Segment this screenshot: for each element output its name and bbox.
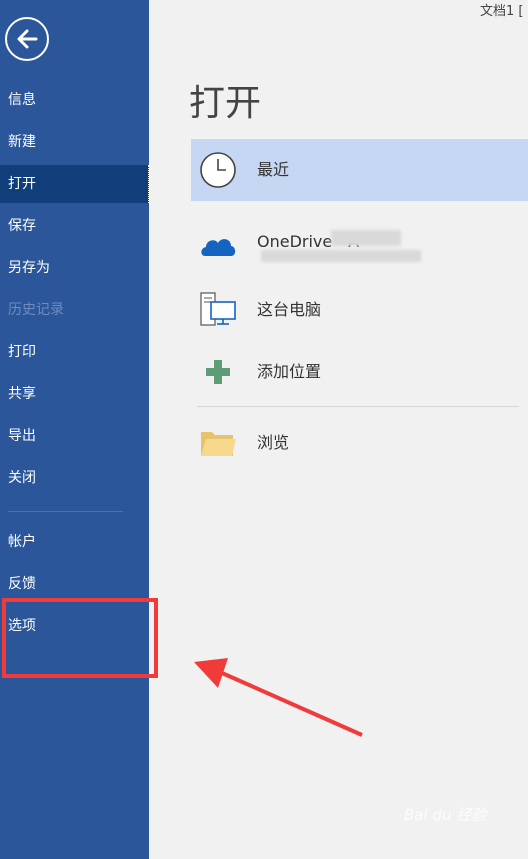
sidebar-item-export[interactable]: 导出 bbox=[0, 417, 149, 455]
redacted-email bbox=[261, 250, 421, 262]
highlight-box bbox=[2, 598, 158, 678]
location-add-place[interactable]: 添加位置 bbox=[191, 341, 528, 403]
sidebar-item-info[interactable]: 信息 bbox=[0, 81, 149, 119]
sidebar-item-open[interactable]: 打开 bbox=[0, 165, 149, 203]
sidebar-item-new[interactable]: 新建 bbox=[0, 123, 149, 161]
locations-divider bbox=[197, 406, 519, 407]
location-browse[interactable]: 浏览 bbox=[191, 412, 528, 474]
window-title: 文档1 [ bbox=[480, 4, 524, 19]
computer-icon bbox=[200, 292, 236, 326]
sidebar-item-share[interactable]: 共享 bbox=[0, 375, 149, 413]
onedrive-cloud-icon bbox=[201, 239, 236, 256]
arrow-left-icon bbox=[17, 29, 38, 49]
clock-icon bbox=[200, 152, 236, 188]
location-this-pc[interactable]: 这台电脑 bbox=[191, 279, 528, 341]
plus-icon bbox=[206, 360, 230, 384]
sidebar-item-close[interactable]: 关闭 bbox=[0, 459, 149, 497]
location-label: 添加位置 bbox=[257, 362, 322, 381]
sidebar-item-account[interactable]: 帐户 bbox=[0, 523, 149, 561]
back-button[interactable] bbox=[5, 17, 49, 61]
sidebar-item-save[interactable]: 保存 bbox=[0, 207, 149, 245]
location-label: 这台电脑 bbox=[257, 300, 322, 319]
sidebar-divider bbox=[8, 511, 123, 512]
location-label: 浏览 bbox=[257, 433, 290, 452]
location-recent[interactable]: 最近 bbox=[191, 139, 528, 201]
baidu-watermark: Bai du 经验 bbox=[404, 806, 487, 824]
folder-icon bbox=[201, 432, 236, 456]
page-title: 打开 bbox=[189, 83, 262, 124]
sidebar-item-print[interactable]: 打印 bbox=[0, 333, 149, 371]
location-onedrive[interactable]: OneDrive - A bbox=[191, 214, 528, 276]
sidebar-item-save-as[interactable]: 另存为 bbox=[0, 249, 149, 287]
redacted-account bbox=[331, 230, 401, 246]
sidebar-item-history: 历史记录 bbox=[8, 302, 64, 318]
backstage-sidebar: 信息 新建 打开 保存 另存为 历史记录 打印 共享 导出 关闭 帐户 反馈 选… bbox=[0, 0, 149, 859]
location-label: 最近 bbox=[257, 160, 290, 179]
